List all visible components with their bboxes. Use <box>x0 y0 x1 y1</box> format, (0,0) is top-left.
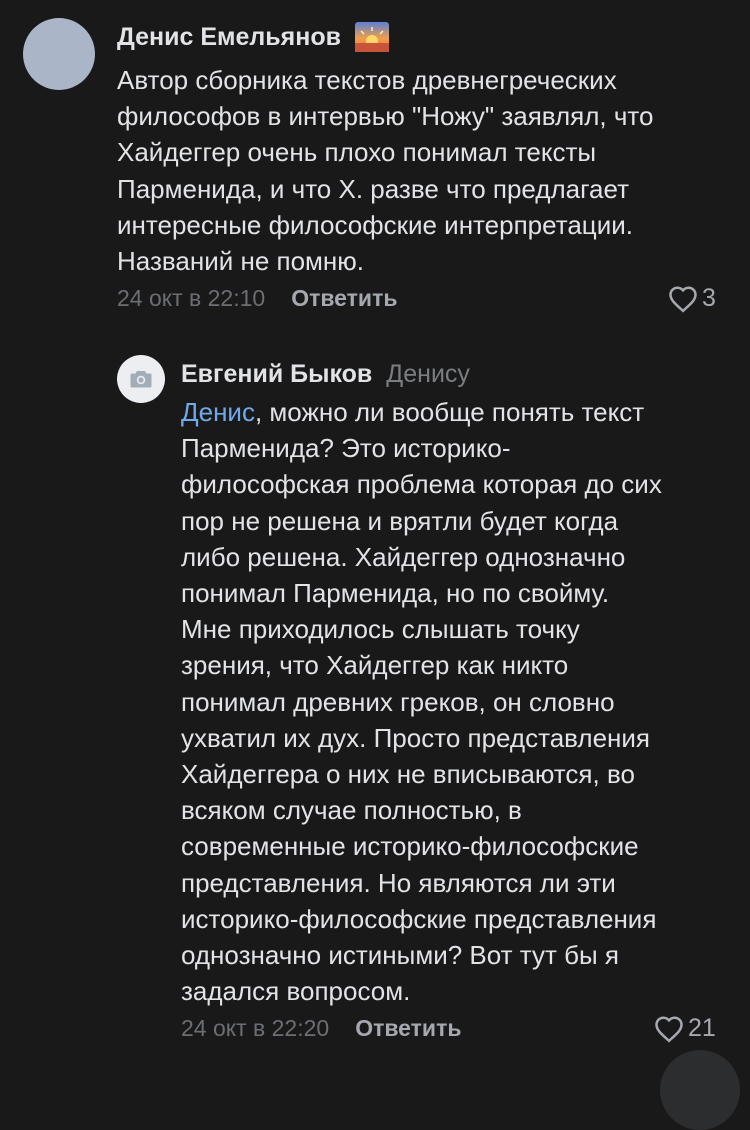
comment-text-line: задался вопросом. <box>181 976 411 1007</box>
comment-meta: 24 окт в 22:10 Ответить <box>117 285 397 312</box>
avatar-evgeniy[interactable] <box>117 355 165 403</box>
like-count: 3 <box>702 284 716 312</box>
reply-button[interactable]: Ответить <box>355 1015 461 1042</box>
comment-text-line: Парменида, и что Х. разве что предлагает <box>117 173 629 204</box>
author-name[interactable]: Денис Емельянов <box>117 23 341 52</box>
comment-text-line: Названий не помню. <box>117 246 365 277</box>
comment-text-line: Автор сборника текстов древнегреческих <box>117 65 617 95</box>
comment-text-line: Хайдеггера о них не вписываются, во <box>181 759 635 790</box>
mention-link[interactable]: Денис <box>181 397 255 427</box>
comment-text-line: интересные философские интерпретации. <box>117 209 633 240</box>
like-button[interactable]: 21 <box>654 1014 716 1043</box>
comment-text-line: Мне приходилось слышать точку <box>181 614 580 645</box>
comment-author-line: Денис Емельянов <box>117 22 389 52</box>
comment-text-line: философов в интервью "Ножу" заявлял, что <box>117 101 654 132</box>
reply-to-label[interactable]: Денису <box>386 360 470 389</box>
sunrise-emoji-icon <box>355 22 389 52</box>
comment-text-line: Денис, можно ли вообще понять текст <box>181 394 662 430</box>
comment-text-line: либо решена. Хайдеггер однозначно <box>181 541 626 572</box>
comment-text: Автор сборника текстов древнегреческих ф… <box>117 62 654 279</box>
avatar-denis[interactable] <box>23 18 95 90</box>
author-name[interactable]: Евгений Быков <box>181 360 372 389</box>
comment-text-fragment: , можно ли вообще понять текст <box>254 397 645 427</box>
comment-text-line: пор не решена и врятли будет когда <box>181 505 619 536</box>
comment-text-line: понимал древних греков, он словно <box>181 686 615 717</box>
comment-text-line: философская проблема которая до сих <box>181 469 662 500</box>
heart-icon <box>669 285 697 313</box>
like-button[interactable]: 3 <box>668 284 716 313</box>
comment-text-line: зрения, что Хайдеггер как никто <box>181 650 569 681</box>
comment-text-line: Парменида? Это историко- <box>181 433 511 464</box>
comment-text-line: всяком случае полностью, в <box>181 795 522 826</box>
comment-text: Денис, можно ли вообще понять текст Парм… <box>181 394 662 1009</box>
heart-icon <box>655 1015 683 1043</box>
comment-text-line: однозначно истиными? Вот тут бы я <box>181 940 620 971</box>
reply-button[interactable]: Ответить <box>291 285 397 312</box>
comment-timestamp[interactable]: 24 окт в 22:20 <box>181 1015 329 1042</box>
camera-icon <box>130 371 152 388</box>
comment-meta: 24 окт в 22:20 Ответить <box>181 1015 461 1042</box>
comment-text-line: историко-философские представления <box>181 903 657 934</box>
floating-action-button[interactable] <box>660 1050 740 1130</box>
like-count: 21 <box>688 1014 716 1042</box>
comment-text-line: ухватил их дух. Просто представления <box>181 722 650 753</box>
comment-text-line: Хайдеггер очень плохо понимал тексты <box>117 137 597 168</box>
comment-timestamp[interactable]: 24 окт в 22:10 <box>117 285 265 312</box>
comment-text-line: представления. Но являются ли эти <box>181 867 616 898</box>
comment-text-line: современные историко-философские <box>181 831 639 862</box>
comment-author-line: Евгений Быков Денису <box>181 360 470 389</box>
comment-text-line: понимал Парменида, но по свойму. <box>181 578 610 609</box>
